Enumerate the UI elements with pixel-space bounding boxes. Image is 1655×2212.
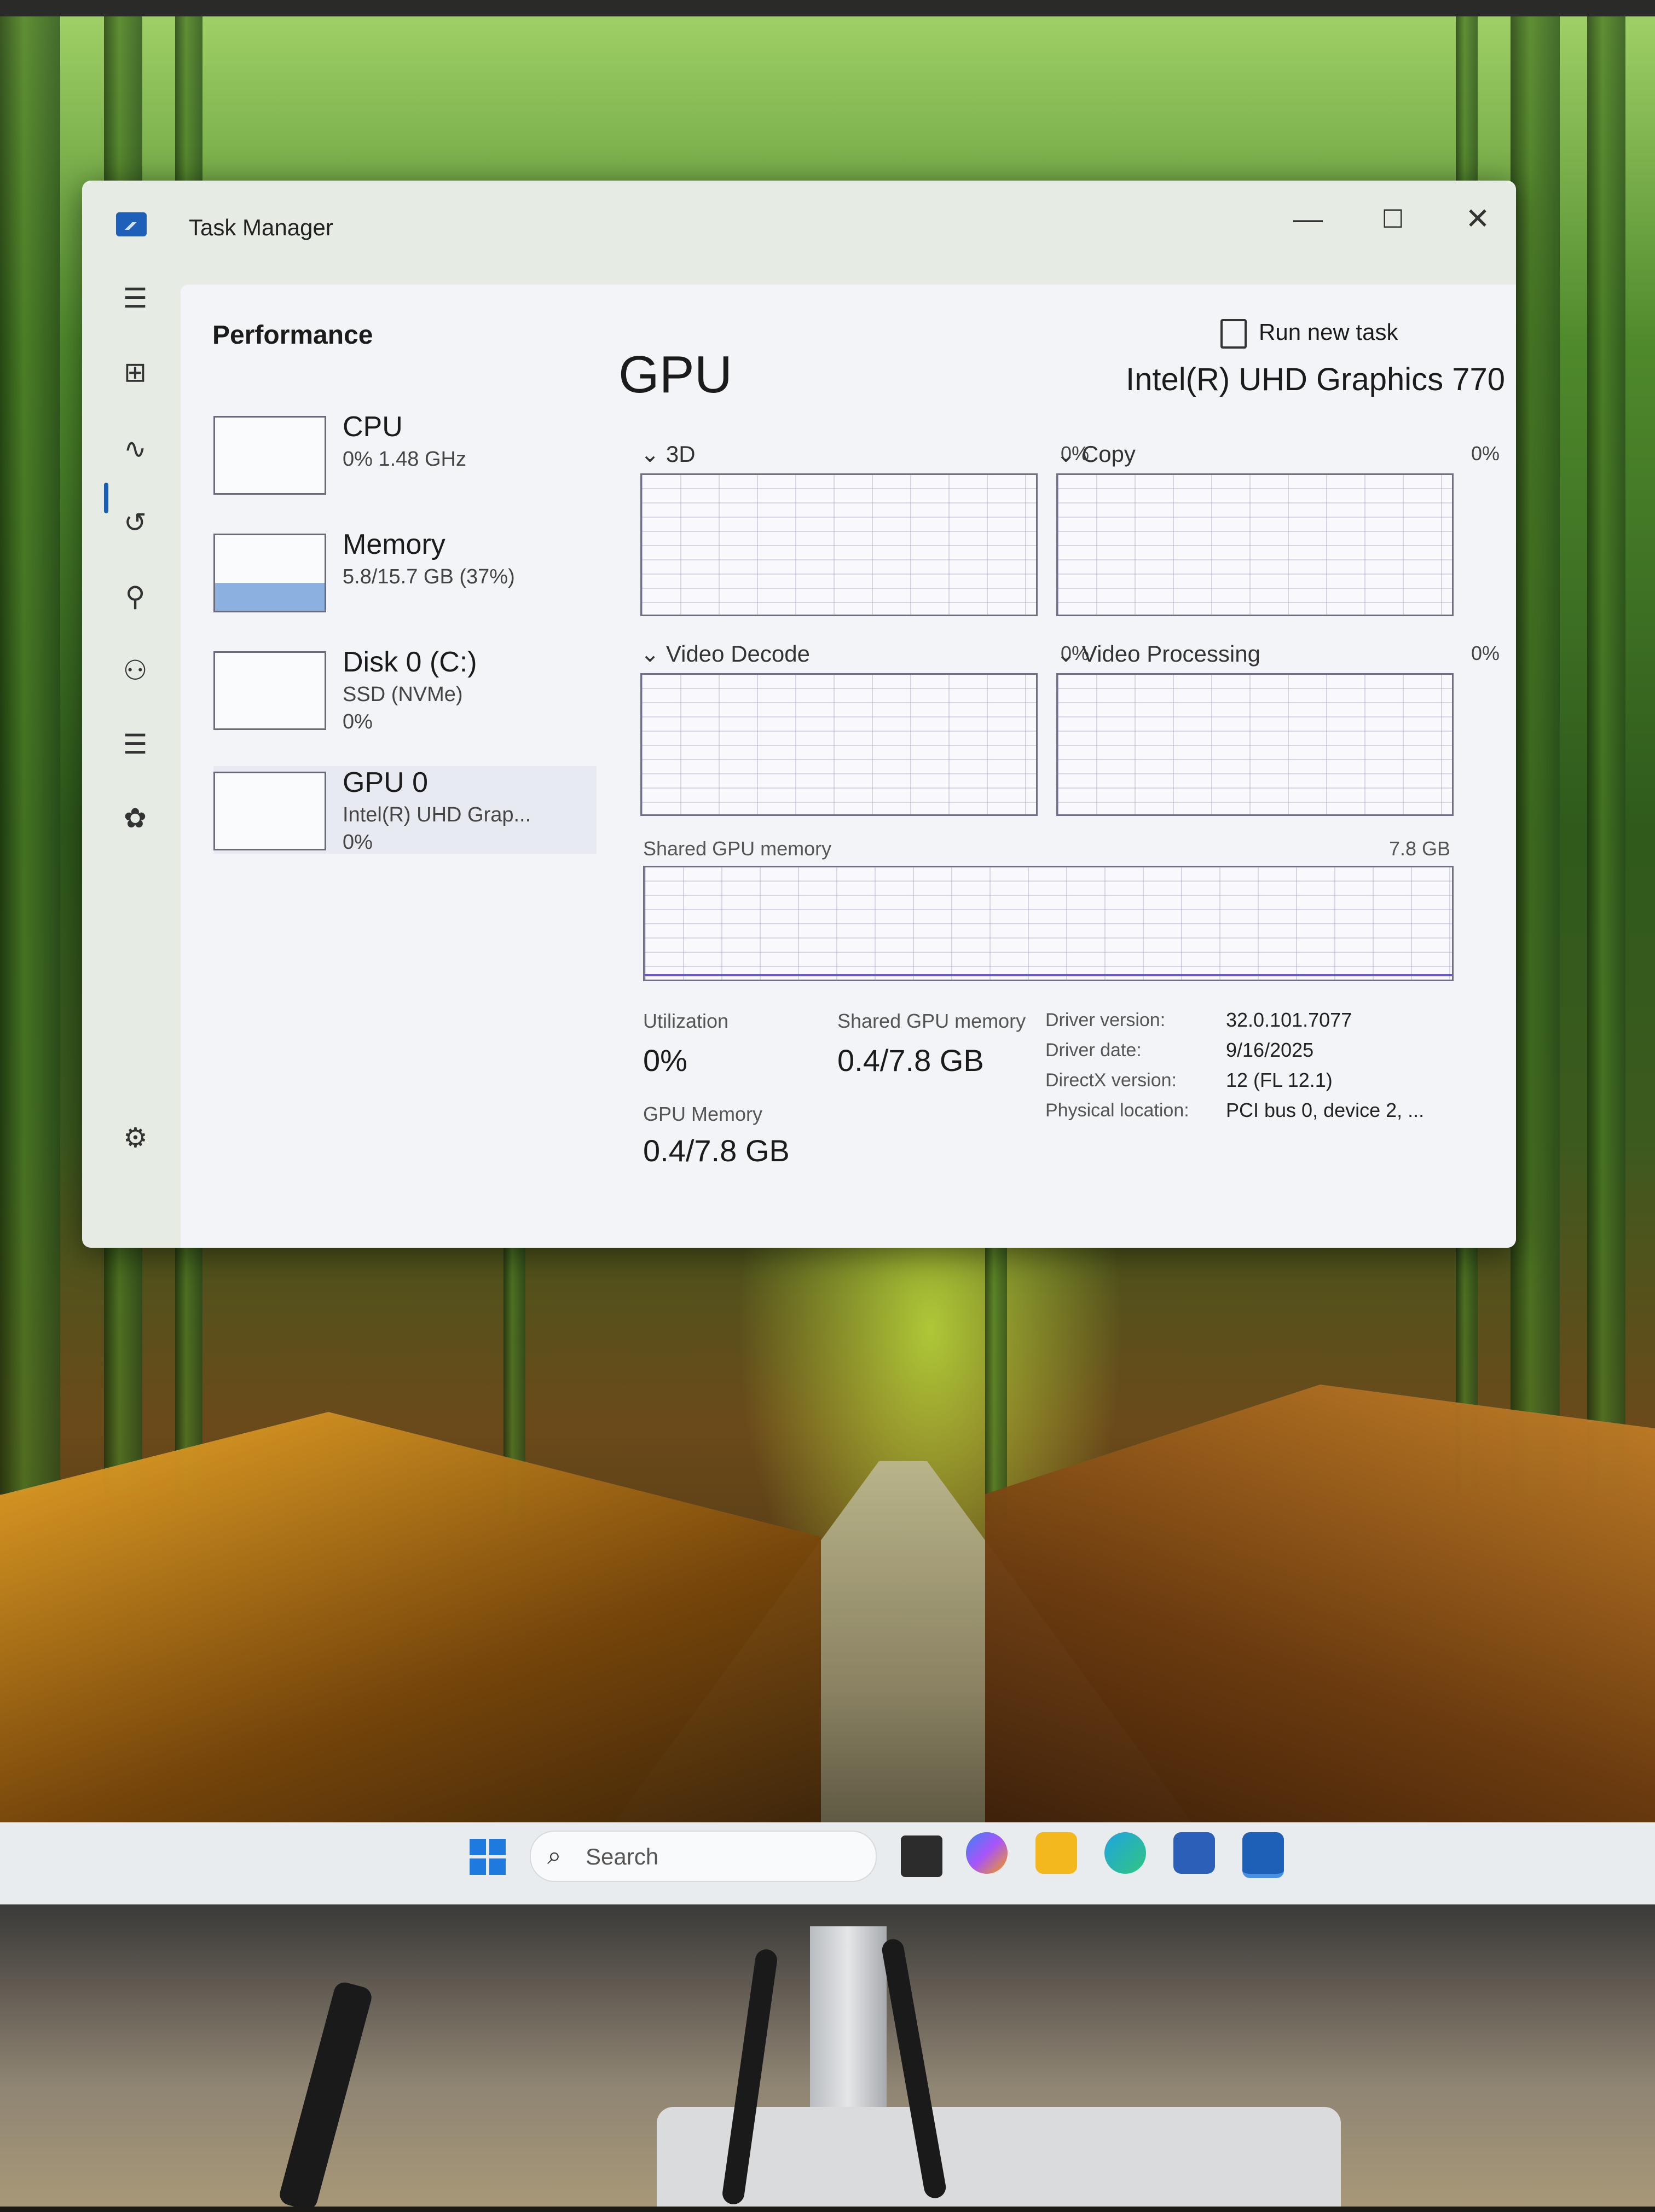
shared-memory-stat-value: 0.4/7.8 GB [837,1043,984,1078]
device-name: GPU 0 [343,767,429,798]
details-icon[interactable]: ☰ [116,725,154,763]
hamburger-menu-icon[interactable]: ☰ [116,279,154,317]
start-button[interactable] [470,1839,506,1875]
services-icon[interactable]: ✿ [116,799,154,837]
minimize-button[interactable]: — [1286,197,1330,241]
task-manager-taskbar-icon[interactable] [1242,1832,1284,1878]
driver-date-value: 9/16/2025 [1226,1039,1314,1061]
device-model: Intel(R) UHD Grap... [343,803,531,826]
gpu-heading: GPU [618,345,733,404]
graph-video-decode [640,673,1038,816]
gpu-model-name: Intel(R) UHD Graphics 770 [1126,362,1505,397]
memory-thumbnail-graph [213,534,326,612]
gpu-thumbnail-graph [213,772,326,850]
taskbar-search-box[interactable]: ⌕ Search [530,1831,877,1882]
cpu-thumbnail-graph [213,416,326,495]
engine-dropdown-copy[interactable]: ⌄ Copy [1056,441,1136,467]
title-bar[interactable]: Task Manager — ☐ ✕ [82,181,1516,241]
search-placeholder: Search [586,1844,659,1869]
engine-dropdown-video-processing[interactable]: ⌄ Video Processing [1056,640,1260,667]
device-memory[interactable]: Memory 5.8/15.7 GB (37%) [213,528,597,616]
monitor-bezel [0,0,1655,16]
graph-video-processing [1056,673,1454,816]
graph-shared-gpu-memory [643,866,1454,981]
device-type: SSD (NVMe) [343,683,463,706]
shared-memory-graph-label: Shared GPU memory [643,837,832,860]
device-name: Memory [343,529,445,560]
startup-apps-icon[interactable]: ⚲ [116,577,154,616]
directx-version-value: 12 (FL 12.1) [1226,1069,1333,1091]
device-cpu[interactable]: CPU 0% 1.48 GHz [213,410,597,498]
performance-pane: Performance Run new task ··· CPU 0% 1.48… [181,285,1516,1248]
app-history-icon[interactable]: ↺ [116,503,154,542]
task-manager-window: Task Manager — ☐ ✕ ☰ ⊞ ∿ ↺ ⚲ ⚇ ☰ ✿ ⚙ Per… [82,181,1516,1248]
file-explorer-icon[interactable] [1035,1832,1077,1874]
device-usage: 5.8/15.7 GB (37%) [343,565,515,588]
device-name: Disk 0 (C:) [343,646,477,678]
engine-pct-video-processing: 0% [1471,642,1500,664]
engine-dropdown-video-decode[interactable]: ⌄ Video Decode [640,640,810,667]
device-name: CPU [343,411,403,443]
device-usage: 0% [343,710,373,733]
page-title: Performance [212,321,373,350]
shared-memory-line [645,974,1452,976]
users-icon[interactable]: ⚇ [116,651,154,690]
copilot-icon[interactable] [966,1832,1008,1874]
settings-gear-icon[interactable]: ⚙ [123,1122,148,1154]
shared-memory-graph-max: 7.8 GB [1388,837,1450,860]
task-view-icon[interactable] [898,1832,946,1880]
device-disk[interactable]: Disk 0 (C:) SSD (NVMe) 0% [213,646,597,733]
utilization-label: Utilization [643,1010,729,1032]
device-usage: 0% [343,831,373,854]
performance-icon[interactable]: ∿ [116,430,154,468]
device-usage: 0% 1.48 GHz [343,448,466,471]
task-manager-icon [116,212,147,236]
gpu-memory-label: GPU Memory [643,1103,763,1125]
driver-version-value: 32.0.101.7077 [1226,1009,1352,1031]
graph-3d [640,473,1038,616]
physical-location-label: Physical location: [1045,1100,1189,1121]
close-button[interactable]: ✕ [1456,197,1500,241]
run-task-icon [1220,319,1247,349]
directx-version-label: DirectX version: [1045,1070,1177,1091]
driver-version-label: Driver version: [1045,1010,1166,1030]
shared-memory-stat-label: Shared GPU memory [837,1010,1026,1032]
disk-thumbnail-graph [213,651,326,730]
engine-pct-copy: 0% [1471,442,1500,465]
gpu-memory-value: 0.4/7.8 GB [643,1133,790,1168]
device-gpu[interactable]: GPU 0 Intel(R) UHD Grap... 0% [213,766,597,854]
memory-fill [215,582,325,611]
search-icon: ⌕ [547,1841,562,1869]
store-icon[interactable] [1173,1832,1215,1874]
graph-copy [1056,473,1454,616]
processes-icon[interactable]: ⊞ [116,353,154,391]
run-new-task-button[interactable]: Run new task [1220,313,1398,351]
edge-browser-icon[interactable] [1104,1832,1146,1874]
maximize-button[interactable]: ☐ [1371,197,1415,241]
engine-dropdown-3d[interactable]: ⌄ 3D [640,441,696,467]
monitor-base [657,2107,1341,2207]
utilization-value: 0% [643,1043,687,1078]
selected-indicator [104,483,108,513]
window-title: Task Manager [189,215,333,240]
physical-location-value: PCI bus 0, device 2, ... [1226,1099,1425,1121]
run-new-task-label: Run new task [1259,319,1398,345]
driver-date-label: Driver date: [1045,1040,1142,1061]
